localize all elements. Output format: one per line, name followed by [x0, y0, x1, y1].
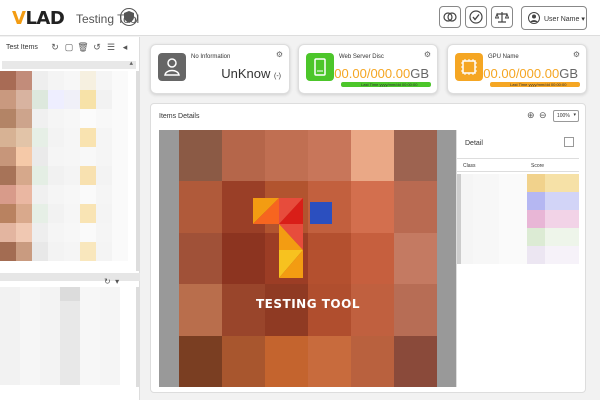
- testing-tool-logo: [253, 198, 332, 278]
- chevron-down-icon: ▾: [573, 112, 576, 118]
- list-item[interactable]: [0, 128, 134, 147]
- list-item[interactable]: [0, 329, 134, 343]
- gear-icon[interactable]: ⚙: [424, 50, 431, 59]
- menu-icon[interactable]: ☰: [104, 42, 118, 53]
- web-server-title: Web Server Disc: [339, 54, 384, 60]
- test-items-toolbar: ↻ ▢ 🗑 ↺ ☰ ◂: [48, 42, 132, 53]
- zoom-out-icon[interactable]: ⊖: [539, 110, 551, 121]
- detail-table-rows[interactable]: [457, 174, 579, 264]
- delete-icon[interactable]: 🗑: [76, 42, 90, 53]
- table-row[interactable]: [457, 210, 579, 228]
- brain-icon-button[interactable]: [439, 6, 461, 28]
- user-icon: [158, 53, 186, 81]
- gpu-last-time: Last Time yyyy/mm/dd 00:00:00: [510, 82, 567, 87]
- class-column-header: Class: [463, 163, 476, 169]
- list-item[interactable]: [0, 343, 134, 357]
- collapse-icon[interactable]: ◂: [118, 42, 132, 53]
- detail-table-header: Class Score: [457, 158, 579, 172]
- list-item[interactable]: [0, 242, 134, 261]
- chevron-up-icon[interactable]: ▴: [129, 59, 133, 67]
- list-item[interactable]: [0, 90, 134, 109]
- list-item[interactable]: [0, 315, 134, 329]
- list-item[interactable]: [0, 185, 134, 204]
- table-row[interactable]: [457, 174, 579, 192]
- reload-icon[interactable]: ↻: [104, 277, 111, 286]
- user-name-label: User Name ▾: [544, 16, 585, 23]
- list-scrollbar[interactable]: [136, 71, 140, 271]
- gpu-value: 000.00/000.00GB: [476, 66, 578, 81]
- web-server-card: Web Server Disc ⚙ 00.00/000.00GB Last Ti…: [298, 44, 438, 94]
- refresh-icon[interactable]: ↻: [48, 42, 62, 53]
- list-item[interactable]: [0, 223, 134, 242]
- lower-toolbar: ↻ ▾: [104, 277, 119, 286]
- list-item[interactable]: [0, 109, 134, 128]
- list-item[interactable]: [0, 287, 134, 301]
- list-item[interactable]: [0, 301, 134, 315]
- lower-list[interactable]: [0, 287, 134, 385]
- gpu-card: GPU Name ⚙ 000.00/000.00GB Last Time yyy…: [447, 44, 587, 94]
- gear-icon[interactable]: ⚙: [276, 50, 283, 59]
- test-items-list[interactable]: [0, 71, 134, 261]
- shield-icon: [120, 8, 138, 26]
- list-item[interactable]: [0, 371, 134, 385]
- top-bar: VLAD Testing Tool User Name ▾: [0, 0, 600, 36]
- info-card-value: UnKnow (-): [221, 66, 281, 81]
- list-item[interactable]: [0, 147, 134, 166]
- undo-icon[interactable]: ↺: [90, 42, 104, 53]
- test-items-title: Test Items: [6, 44, 38, 51]
- zoom-select[interactable]: 100% ▾: [553, 110, 579, 122]
- check-icon-button[interactable]: [465, 6, 487, 28]
- scale-icon: [495, 12, 509, 23]
- zoom-in-icon[interactable]: ⊕: [527, 110, 539, 121]
- dropdown-icon[interactable]: ▾: [115, 277, 119, 286]
- lower-list-scrollbar[interactable]: [136, 287, 140, 387]
- table-row[interactable]: [457, 192, 579, 210]
- detail-scrollbar[interactable]: [457, 174, 461, 264]
- list-item[interactable]: [0, 71, 134, 90]
- web-server-last-time: Last Time yyyy/mm/dd 00:00:00: [361, 82, 418, 87]
- list-item[interactable]: [0, 204, 134, 223]
- brand-text: TESTING TOOL: [256, 297, 360, 311]
- table-row[interactable]: [457, 228, 579, 246]
- brain-icon: [443, 12, 457, 22]
- detail-pane: Detail Class Score: [456, 130, 579, 387]
- test-items-header: Test Items ↻ ▢ 🗑 ↺ ☰ ◂: [0, 37, 139, 57]
- items-details-title: Items Details: [159, 113, 200, 120]
- check-icon: [469, 10, 483, 24]
- zoom-tools: ⊕ ⊖: [527, 110, 551, 121]
- info-card: No Information ⚙ UnKnow (-): [150, 44, 290, 94]
- new-file-icon[interactable]: ▢: [62, 42, 76, 53]
- scale-icon-button[interactable]: [491, 6, 513, 28]
- web-server-value: 00.00/000.00GB: [334, 66, 429, 81]
- list-item[interactable]: [0, 166, 134, 185]
- user-icon: [528, 12, 540, 24]
- table-row[interactable]: [457, 246, 579, 264]
- list-header-bar: ▴: [2, 59, 136, 69]
- expand-icon[interactable]: [564, 137, 574, 147]
- score-column-header: Score: [531, 163, 545, 169]
- user-menu-button[interactable]: User Name ▾: [521, 6, 587, 30]
- items-details-panel: Items Details ⊕ ⊖ 100% ▾ TESTING TOOL Det…: [150, 103, 586, 393]
- info-card-title: No Information: [191, 54, 231, 60]
- app-logo: VLAD: [12, 8, 65, 29]
- detail-pane-title: Detail: [465, 140, 483, 147]
- gpu-title: GPU Name: [488, 54, 519, 60]
- list-item[interactable]: [0, 357, 134, 371]
- gear-icon[interactable]: ⚙: [573, 50, 580, 59]
- test-items-panel: Test Items ↻ ▢ 🗑 ↺ ☰ ◂ ▴ ↻ ▾: [0, 37, 140, 400]
- image-viewer[interactable]: TESTING TOOL: [159, 130, 456, 387]
- hard-disk-icon: [306, 53, 334, 81]
